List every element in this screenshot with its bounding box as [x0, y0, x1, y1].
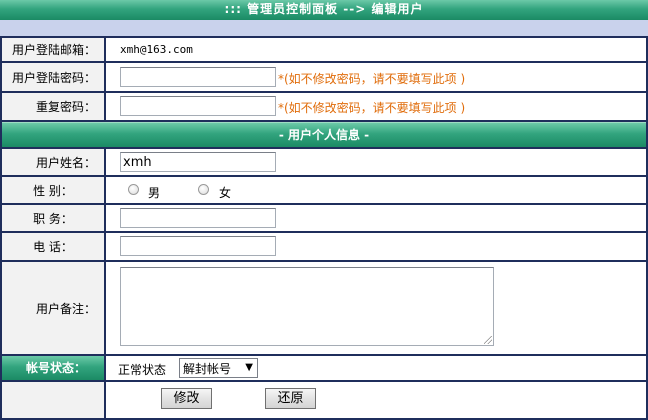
- email-value: xmh@163.com: [106, 38, 646, 61]
- repeat-password-cell: *(如不修改密码，请不要填写此项 ): [106, 93, 646, 120]
- account-status-text: 正常状态: [118, 363, 167, 377]
- edit-user-page: ::: 管理员控制面板 --> 编辑用户 用户登陆邮箱： xmh@163.com…: [0, 0, 648, 420]
- title-underline-strip: [0, 20, 648, 36]
- phone-label: 电 话：: [2, 233, 104, 260]
- password-label: 用户登陆密码：: [2, 63, 104, 91]
- email-label: 用户登陆邮箱：: [2, 38, 104, 61]
- gender-male-radio[interactable]: [128, 184, 139, 195]
- gender-cell: 男 女: [106, 177, 646, 203]
- position-cell: [106, 205, 646, 231]
- gender-label: 性 别：: [2, 177, 104, 203]
- buttons-row-spacer: [2, 382, 104, 418]
- gender-female-label: 女: [219, 186, 232, 200]
- position-input[interactable]: [120, 208, 276, 228]
- name-cell: [106, 149, 646, 175]
- buttons-cell: 修改 还原: [106, 382, 646, 418]
- reset-button[interactable]: 还原: [265, 388, 316, 409]
- remark-label: 用户备注：: [2, 262, 104, 354]
- gender-female-radio[interactable]: [198, 184, 209, 195]
- password-hint: *(如不修改密码，请不要填写此项 ): [278, 72, 466, 86]
- repeat-password-input[interactable]: [120, 96, 276, 116]
- page-title: ::: 管理员控制面板 --> 编辑用户: [0, 0, 648, 20]
- personal-info-section-header: - 用户个人信息 -: [2, 122, 646, 147]
- remark-textarea[interactable]: [120, 267, 494, 346]
- phone-input[interactable]: [120, 236, 276, 256]
- password-cell: *(如不修改密码，请不要填写此项 ): [106, 63, 646, 91]
- position-label: 职 务：: [2, 205, 104, 231]
- name-label: 用户姓名：: [2, 149, 104, 175]
- repeat-password-label: 重复密码：: [2, 93, 104, 120]
- submit-button[interactable]: 修改: [161, 388, 212, 409]
- name-input[interactable]: [120, 152, 276, 172]
- repeat-password-hint: *(如不修改密码，请不要填写此项 ): [278, 101, 466, 115]
- phone-cell: [106, 233, 646, 260]
- account-status-select[interactable]: 解封帐号 ▼: [179, 358, 258, 378]
- gender-male-label: 男: [148, 186, 161, 200]
- password-input[interactable]: [120, 67, 276, 87]
- dropdown-arrow-icon: ▼: [245, 362, 253, 373]
- remark-cell: [106, 262, 646, 354]
- resize-grip-icon[interactable]: [484, 336, 492, 344]
- account-status-label: 帐号状态：: [2, 356, 104, 380]
- account-status-select-value: 解封帐号: [183, 361, 232, 376]
- edit-user-form: 用户登陆邮箱： xmh@163.com 用户登陆密码： *(如不修改密码，请不要…: [0, 36, 648, 420]
- account-status-cell: 正常状态 解封帐号 ▼: [106, 356, 646, 380]
